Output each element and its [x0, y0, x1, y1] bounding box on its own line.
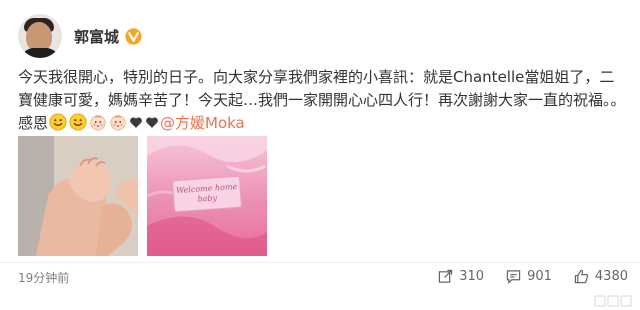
comment-count: 901 [527, 269, 552, 284]
post-content: 今天我很開心，特別的日子。向大家分享我們家裡的小喜訊：就是Chantelle當姐… [18, 66, 628, 135]
smile-emoji [49, 113, 67, 131]
mention-link[interactable]: @方媛Moka [160, 114, 245, 132]
baby-hands-photo[interactable] [18, 136, 138, 256]
avatar-shirt [20, 48, 60, 58]
like-count: 4380 [594, 269, 628, 284]
welcome-home-photo[interactable]: Welcome home baby [147, 136, 267, 256]
post-footer: 19分钟前 310 901 4380 [0, 262, 640, 298]
baby-emoji [90, 115, 106, 131]
thumbs-up-icon [574, 269, 589, 284]
verified-badge-icon [125, 27, 142, 45]
weibo-post: 郭富城 今天我很開心，特別的日子。向大家分享我們家裡的小喜訊：就是Chantel… [0, 0, 640, 310]
repost-count: 310 [459, 269, 485, 284]
photo-grid: Welcome home baby [18, 136, 267, 256]
post-header: 郭富城 [18, 14, 142, 58]
baby-emoji [110, 115, 126, 131]
action-bar: 310 901 4380 [416, 269, 628, 284]
like-button[interactable]: 4380 [574, 269, 628, 284]
welcome-sign-line2: baby [197, 193, 218, 204]
author-name[interactable]: 郭富城 [74, 26, 119, 47]
watermark [594, 294, 634, 308]
watermark-logo-icon [594, 295, 632, 307]
comment-button[interactable]: 901 [506, 269, 552, 284]
heart-icon [130, 117, 142, 128]
heart-icon [146, 117, 158, 128]
comment-icon [506, 270, 521, 284]
repost-icon [439, 269, 453, 283]
welcome-sign: Welcome home baby [171, 175, 243, 213]
repost-button[interactable]: 310 [438, 269, 484, 284]
smile-emoji [69, 113, 87, 131]
avatar[interactable] [18, 14, 62, 58]
post-timestamp[interactable]: 19分钟前 [18, 269, 69, 286]
baby-hands-illustration [18, 136, 138, 256]
